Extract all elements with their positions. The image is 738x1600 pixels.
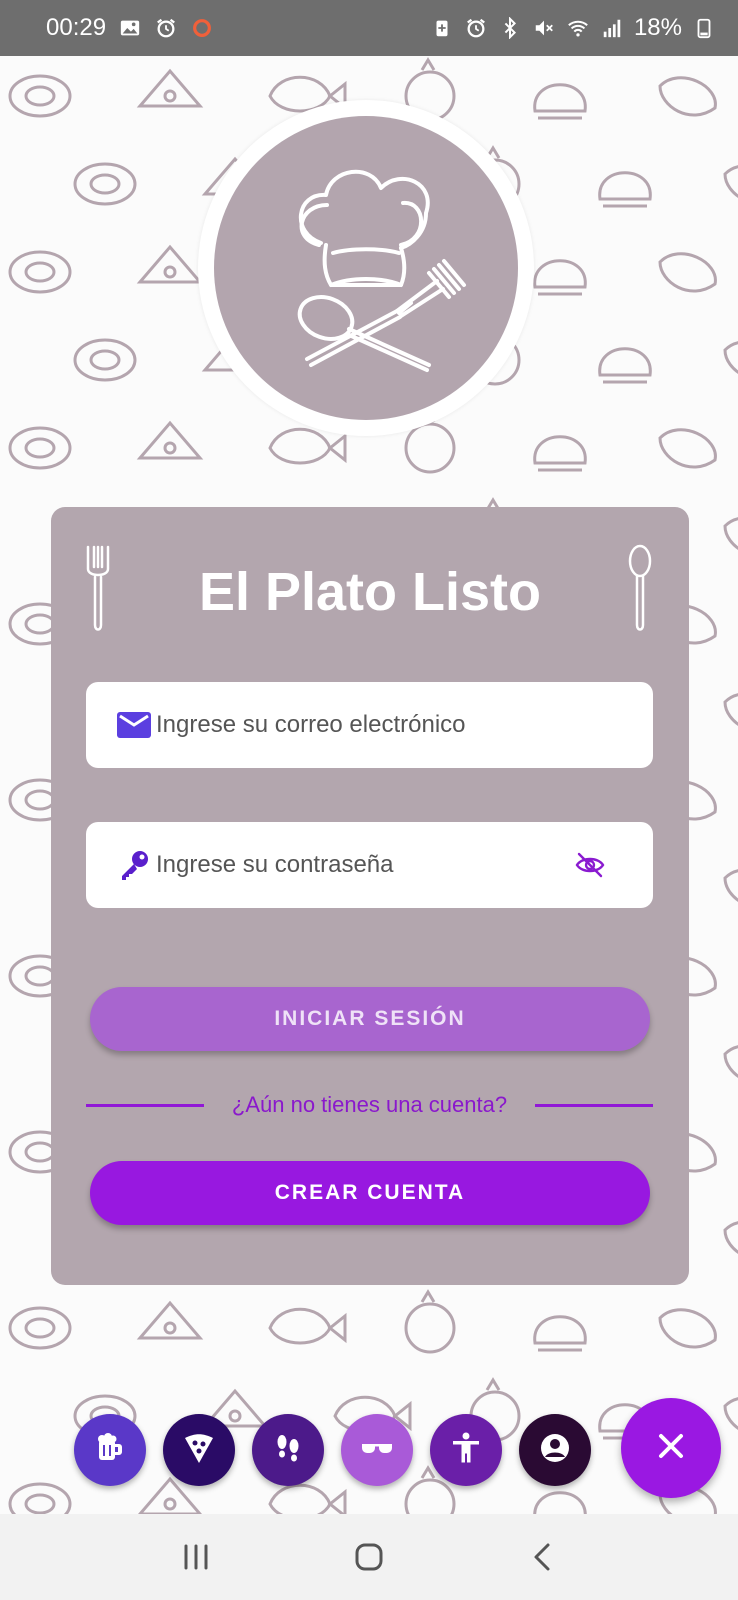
wifi-icon — [566, 16, 590, 40]
account-icon — [537, 1430, 573, 1471]
back-icon[interactable] — [518, 1533, 566, 1581]
password-input[interactable] — [152, 851, 575, 879]
status-left: 00:29 — [46, 14, 214, 42]
bluetooth-icon — [498, 16, 522, 40]
divider-line-left — [86, 1103, 204, 1107]
battery-saver-icon — [430, 16, 454, 40]
mute-icon — [532, 16, 556, 40]
app-title: El Plato Listo — [198, 562, 542, 622]
fab-pizza-button[interactable] — [163, 1414, 235, 1486]
fab-accessibility-button[interactable] — [430, 1414, 502, 1486]
footprints-icon — [270, 1430, 306, 1471]
email-input[interactable] — [152, 711, 653, 739]
key-icon — [116, 847, 152, 883]
pizza-icon — [181, 1430, 217, 1471]
record-icon — [190, 16, 214, 40]
battery-icon — [692, 16, 716, 40]
fab-footprints-button[interactable] — [252, 1414, 324, 1486]
alarm-icon — [154, 16, 178, 40]
eye-off-icon[interactable] — [575, 850, 605, 880]
login-button[interactable]: INICIAR SESIÓN — [90, 987, 650, 1051]
beer-mug-icon — [92, 1430, 128, 1471]
close-icon — [654, 1429, 688, 1468]
fab-close-button[interactable] — [621, 1398, 721, 1498]
accessibility-icon — [448, 1430, 484, 1471]
create-account-button[interactable]: CREAR CUENTA — [90, 1161, 650, 1225]
signup-divider: ¿Aún no tienes una cuenta? — [86, 1085, 653, 1125]
password-field[interactable] — [86, 822, 653, 908]
login-card: El Plato Listo INICIAR SESIÓN ¿Aún no ti… — [51, 507, 689, 1285]
glasses-icon — [359, 1430, 395, 1471]
recent-apps-icon[interactable] — [172, 1533, 220, 1581]
status-time: 00:29 — [46, 14, 107, 41]
status-bar: 00:29 18% — [0, 0, 738, 56]
fab-beer-button[interactable] — [74, 1414, 146, 1486]
email-field[interactable] — [86, 682, 653, 768]
home-icon[interactable] — [345, 1533, 393, 1581]
battery-percent: 18% — [633, 14, 682, 41]
image-icon — [118, 16, 142, 40]
chef-hat-utensils-icon — [214, 116, 518, 420]
status-right: 18% — [430, 14, 716, 42]
fab-account-button[interactable] — [519, 1414, 591, 1486]
envelope-icon — [116, 707, 152, 743]
system-nav-bar — [0, 1514, 738, 1600]
signal-icon — [600, 16, 624, 40]
alarm-icon — [464, 16, 488, 40]
fab-glasses-button[interactable] — [341, 1414, 413, 1486]
divider-line-right — [535, 1103, 653, 1107]
app-logo — [198, 100, 534, 436]
spoon-icon — [627, 543, 653, 633]
signup-prompt[interactable]: ¿Aún no tienes una cuenta? — [204, 1092, 535, 1118]
